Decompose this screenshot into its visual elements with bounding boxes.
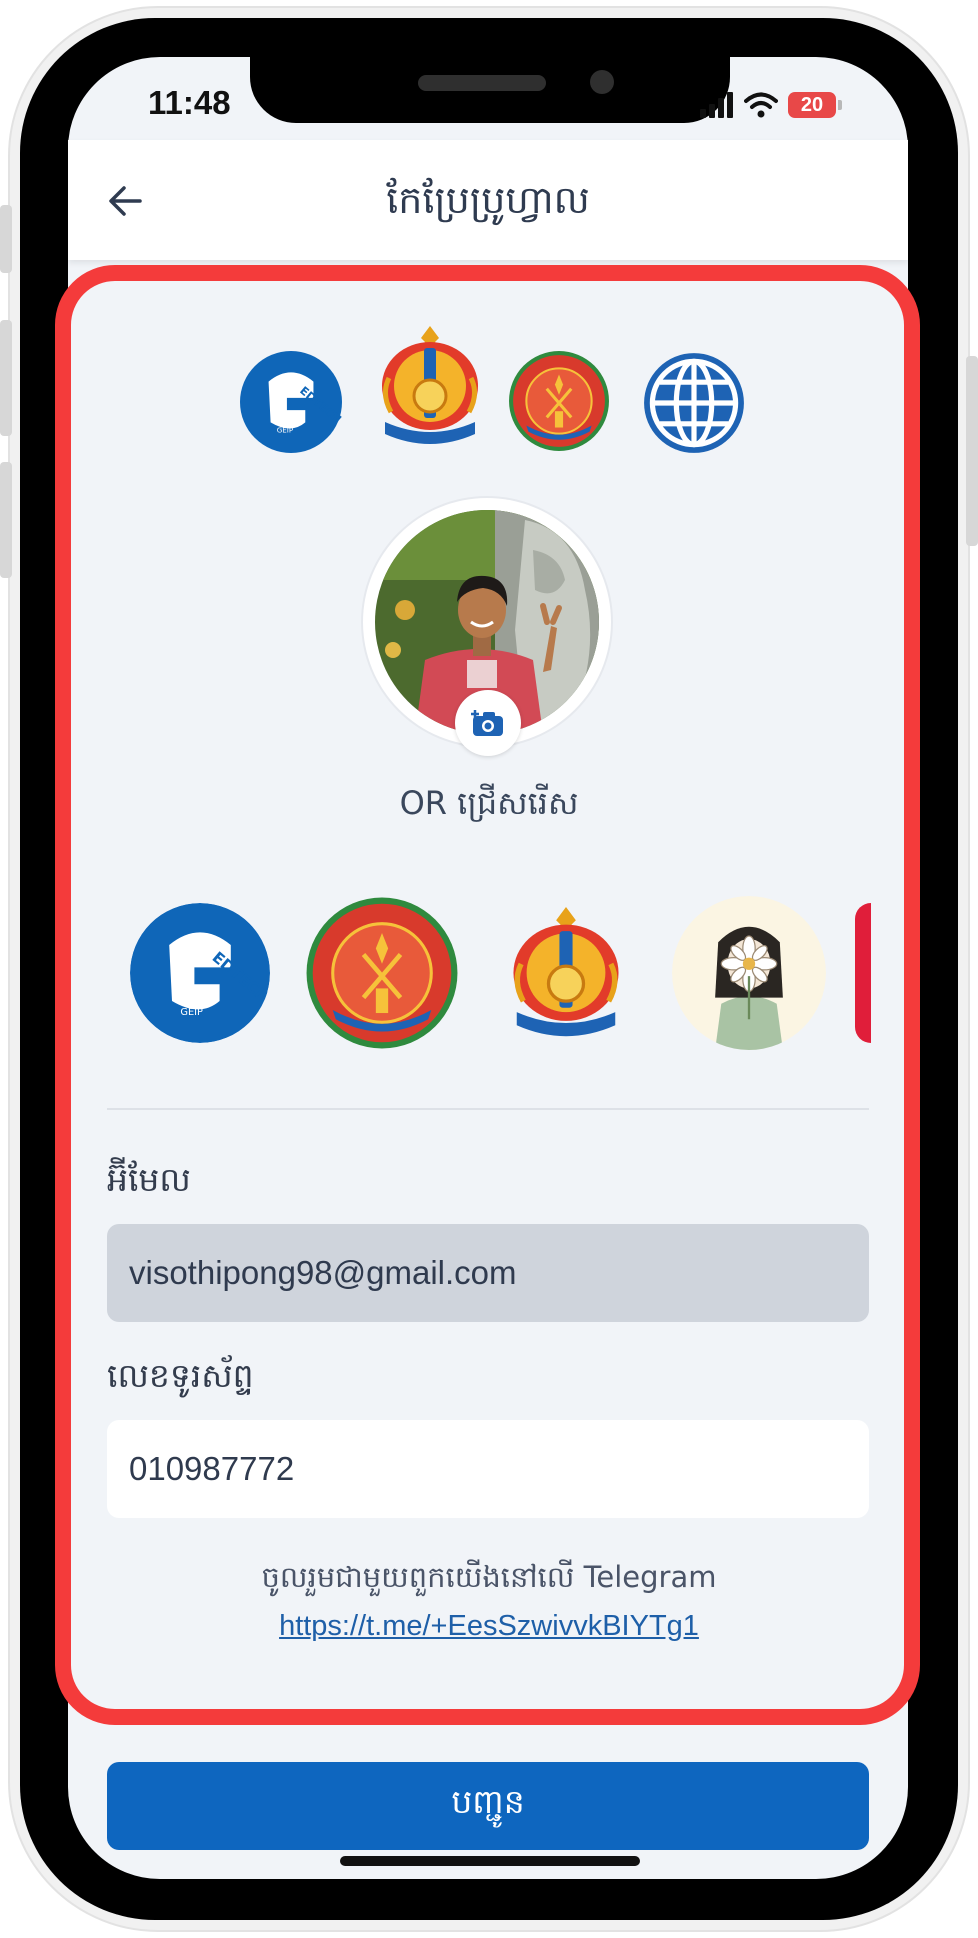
home-indicator — [340, 1856, 640, 1866]
speaker — [418, 75, 546, 91]
front-camera — [590, 70, 614, 94]
status-icons: 20 — [700, 90, 842, 120]
submit-button[interactable]: បញ្ជូន — [107, 1762, 869, 1850]
volume-up-button — [0, 320, 12, 436]
page-title: កែប្រែប្រូហ្វាល — [386, 178, 590, 222]
app-header: កែប្រែប្រូហ្វាល — [68, 140, 908, 260]
cellular-signal-icon — [700, 92, 733, 118]
mute-switch — [0, 205, 12, 273]
wifi-icon — [744, 92, 778, 118]
power-button — [966, 356, 978, 546]
notch — [250, 57, 730, 123]
status-time: 11:48 — [148, 84, 231, 121]
highlight-box — [55, 265, 920, 1725]
battery-indicator: 20 — [788, 92, 842, 118]
volume-down-button — [0, 462, 12, 578]
